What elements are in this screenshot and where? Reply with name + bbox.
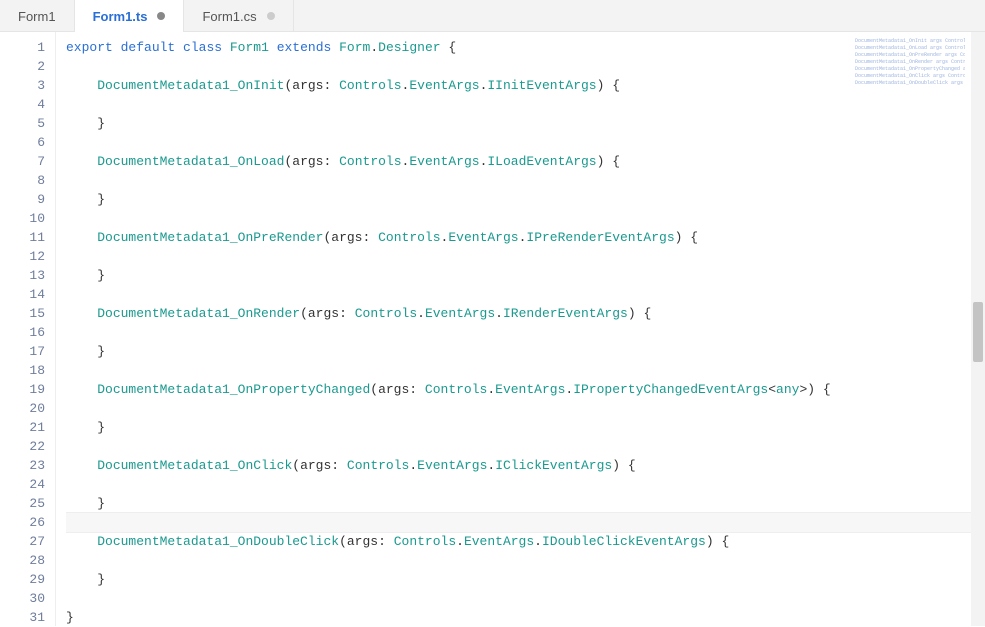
code-line[interactable] [66,589,985,608]
line-number: 19 [0,380,45,399]
line-number: 6 [0,133,45,152]
code-line[interactable] [66,551,985,570]
code-line[interactable]: } [66,190,985,209]
code-line[interactable]: export default class Form1 extends Form.… [66,38,985,57]
code-line[interactable]: DocumentMetadata1_OnPropertyChanged(args… [66,380,985,399]
tab-label: Form1.cs [202,9,256,24]
code-line[interactable] [66,285,985,304]
line-number: 20 [0,399,45,418]
code-area[interactable]: export default class Form1 extends Form.… [55,32,985,626]
line-number: 28 [0,551,45,570]
code-line[interactable] [66,247,985,266]
code-line[interactable]: } [66,114,985,133]
code-line[interactable]: } [66,418,985,437]
line-number: 7 [0,152,45,171]
line-number: 27 [0,532,45,551]
code-line[interactable] [66,475,985,494]
code-line[interactable] [66,323,985,342]
line-number-gutter: 1234567891011121314151617181920212223242… [0,32,55,626]
code-line[interactable]: } [66,342,985,361]
code-line[interactable]: DocumentMetadata1_OnLoad(args: Controls.… [66,152,985,171]
line-number: 9 [0,190,45,209]
tab-form1-cs[interactable]: Form1.cs [184,0,293,32]
line-number: 8 [0,171,45,190]
vertical-scrollbar[interactable] [971,32,985,626]
code-line[interactable]: } [66,570,985,589]
code-line[interactable] [66,209,985,228]
line-number: 15 [0,304,45,323]
code-line[interactable]: DocumentMetadata1_OnInit(args: Controls.… [66,76,985,95]
tab-label: Form1 [18,9,56,24]
line-number: 13 [0,266,45,285]
line-number: 22 [0,437,45,456]
dirty-indicator-icon [157,12,165,20]
code-line[interactable]: DocumentMetadata1_OnRender(args: Control… [66,304,985,323]
tab-form1[interactable]: Form1 [0,0,75,32]
code-line[interactable] [66,95,985,114]
tab-bar: Form1 Form1.ts Form1.cs [0,0,985,32]
tab-label: Form1.ts [93,9,148,24]
editor: 1234567891011121314151617181920212223242… [0,32,985,626]
line-number: 16 [0,323,45,342]
scroll-thumb[interactable] [973,302,983,362]
code-line[interactable]: } [66,494,985,513]
line-number: 2 [0,57,45,76]
line-number: 17 [0,342,45,361]
code-line[interactable] [66,437,985,456]
line-number: 4 [0,95,45,114]
line-number: 11 [0,228,45,247]
line-number: 1 [0,38,45,57]
line-number: 26 [0,513,45,532]
line-number: 12 [0,247,45,266]
code-line[interactable] [66,171,985,190]
dirty-indicator-icon [267,12,275,20]
line-number: 25 [0,494,45,513]
code-line[interactable]: DocumentMetadata1_OnClick(args: Controls… [66,456,985,475]
line-number: 29 [0,570,45,589]
code-line[interactable] [66,361,985,380]
line-number: 30 [0,589,45,608]
line-number: 18 [0,361,45,380]
code-line[interactable]: DocumentMetadata1_OnPreRender(args: Cont… [66,228,985,247]
tab-form1-ts[interactable]: Form1.ts [75,0,185,32]
line-number: 21 [0,418,45,437]
code-line[interactable] [66,57,985,76]
line-number: 5 [0,114,45,133]
code-line[interactable] [66,133,985,152]
code-line[interactable]: } [66,608,985,626]
line-number: 23 [0,456,45,475]
line-number: 10 [0,209,45,228]
code-line[interactable] [66,399,985,418]
code-line[interactable]: } [66,266,985,285]
line-number: 31 [0,608,45,627]
code-line[interactable]: DocumentMetadata1_OnDoubleClick(args: Co… [66,532,985,551]
line-number: 3 [0,76,45,95]
line-number: 24 [0,475,45,494]
code-line[interactable] [66,513,985,532]
line-number: 14 [0,285,45,304]
